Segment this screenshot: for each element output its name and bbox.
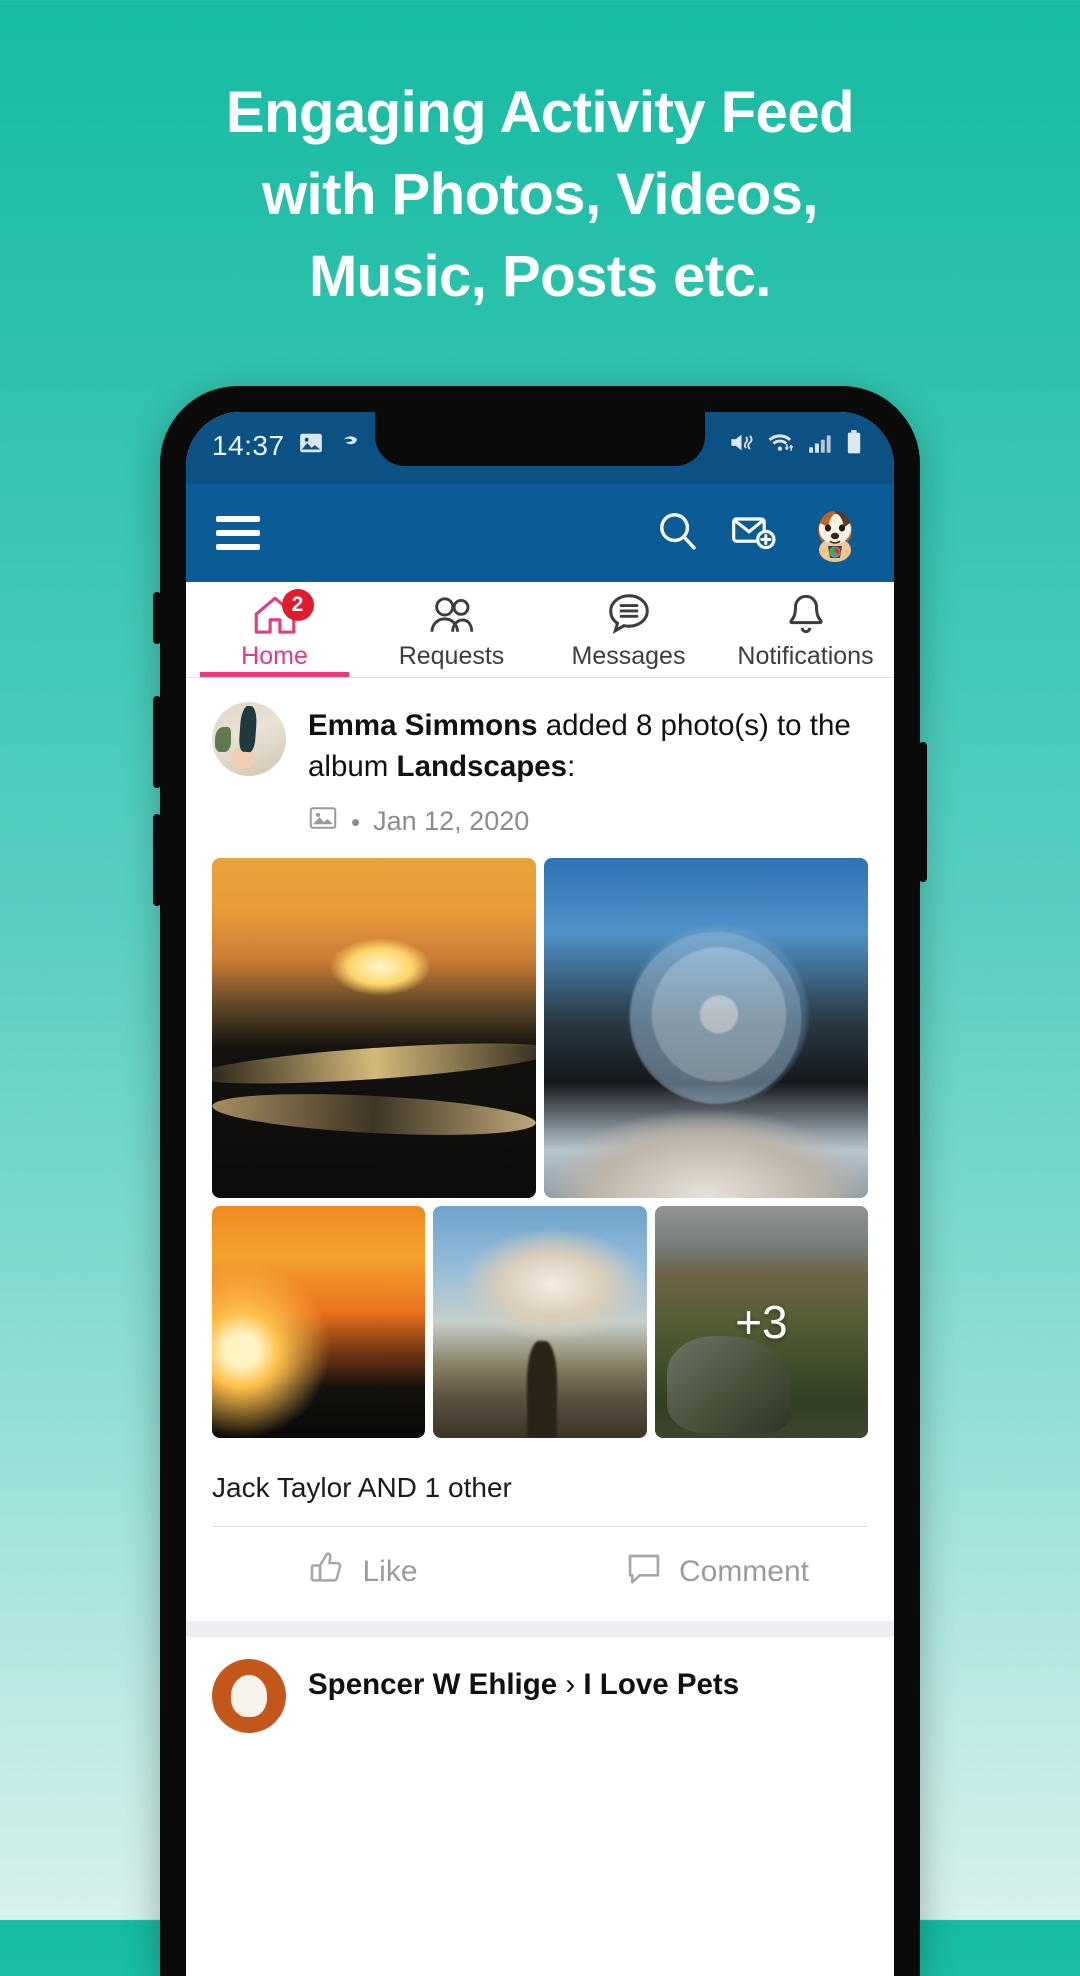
post-photo-grid: +3 (186, 858, 894, 1438)
image-icon (298, 430, 324, 463)
image-icon (308, 803, 338, 840)
status-bar-left: 14:37 (212, 430, 363, 463)
headline-line-1: Engaging Activity Feed (225, 80, 855, 145)
status-bar-clock: 14:37 (212, 430, 285, 461)
status-bar-right (728, 429, 868, 463)
signal-bars-icon (807, 430, 833, 463)
comment-button[interactable]: Comment (540, 1549, 894, 1595)
post-actions: Like Comment (186, 1527, 894, 1621)
status-bar: 14:37 (186, 412, 894, 484)
tab-messages-icon-wrap (606, 592, 652, 641)
photo-valley-more[interactable]: +3 (654, 1206, 868, 1438)
app-bar (186, 484, 894, 582)
next-post-author[interactable]: Spencer W Ehlige (308, 1668, 557, 1701)
tab-messages-label: Messages (571, 641, 686, 670)
next-post-separator: › (565, 1668, 576, 1701)
bell-icon (785, 592, 827, 641)
phone-button-power (919, 742, 927, 882)
tab-requests-label: Requests (398, 641, 505, 670)
mute-vibrate-icon (728, 429, 755, 463)
app-notification-icon (337, 430, 363, 463)
activity-feed: Emma Simmons added 8 photo(s) to the alb… (186, 678, 894, 1733)
main-tab-bar: 2 Home Requests Messages Notifications (186, 582, 894, 678)
hamburger-menu-icon[interactable] (216, 516, 260, 550)
phone-screen: 14:37 2 Home Requests Messages Notificat… (186, 412, 894, 1976)
like-label: Like (362, 1555, 418, 1588)
tab-requests-icon-wrap (427, 595, 477, 641)
photo-reeds-sunset[interactable] (212, 1206, 426, 1438)
next-post-avatar[interactable] (212, 1659, 286, 1733)
post-activity-text: Emma Simmons added 8 photo(s) to the alb… (308, 702, 868, 787)
more-photos-count: +3 (654, 1206, 868, 1438)
promo-headline: Engaging Activity Feed with Photos, Vide… (0, 72, 1080, 318)
home-badge: 2 (281, 588, 314, 621)
tab-home[interactable]: 2 Home (186, 582, 363, 677)
search-icon[interactable] (654, 507, 702, 560)
post-likers[interactable]: Jack Taylor AND 1 other (186, 1446, 894, 1504)
meta-separator: • (351, 806, 361, 837)
photo-lone-tree[interactable] (433, 1206, 647, 1438)
tab-notifications-icon-wrap (785, 592, 827, 641)
post-author-avatar[interactable] (212, 702, 286, 776)
next-post-target[interactable]: I Love Pets (583, 1668, 739, 1701)
battery-icon (844, 429, 864, 463)
photo-row-2: +3 (212, 1206, 868, 1438)
post-album-name[interactable]: Landscapes (397, 750, 568, 783)
post-meta: • Jan 12, 2020 (186, 797, 894, 858)
people-icon (427, 594, 477, 641)
headline-line-3: Music, Posts etc. (308, 244, 772, 309)
next-post-header: Spencer W Ehlige › I Love Pets (186, 1637, 894, 1733)
post-date: Jan 12, 2020 (373, 806, 530, 836)
post-header: Emma Simmons added 8 photo(s) to the alb… (186, 678, 894, 797)
headline-line-2: with Photos, Videos, (261, 162, 819, 227)
tab-requests[interactable]: Requests (363, 582, 540, 677)
tab-notifications-label: Notifications (737, 641, 874, 670)
like-button[interactable]: Like (186, 1549, 540, 1595)
tab-home-label: Home (241, 641, 308, 670)
photo-sunset-river[interactable] (212, 858, 536, 1198)
tab-messages[interactable]: Messages (540, 582, 717, 677)
post-author-name[interactable]: Emma Simmons (308, 709, 538, 742)
phone-button-volume-down (153, 814, 161, 906)
wifi-icon (766, 429, 796, 463)
phone-button-volume-up (153, 696, 161, 788)
photo-row-1 (212, 858, 868, 1198)
phone-mockup: 14:37 2 Home Requests Messages Notificat… (153, 386, 927, 1976)
tab-notifications[interactable]: Notifications (717, 582, 894, 677)
thumbs-up-icon (308, 1549, 346, 1595)
tab-home-icon-wrap: 2 (252, 588, 314, 641)
photo-frozen-bubble[interactable] (544, 858, 868, 1198)
feed-post-separator (186, 1621, 894, 1637)
user-avatar-dog[interactable] (806, 504, 864, 562)
chat-bubble-icon (606, 592, 652, 641)
new-message-envelope-icon[interactable] (730, 507, 778, 560)
phone-button-silent (153, 592, 161, 644)
phone-notch (375, 412, 705, 466)
post-colon: : (567, 750, 576, 783)
app-bar-actions (654, 504, 864, 562)
next-post-text: Spencer W Ehlige › I Love Pets (308, 1659, 739, 1733)
comment-bubble-icon (625, 1549, 663, 1595)
comment-label: Comment (678, 1555, 810, 1588)
